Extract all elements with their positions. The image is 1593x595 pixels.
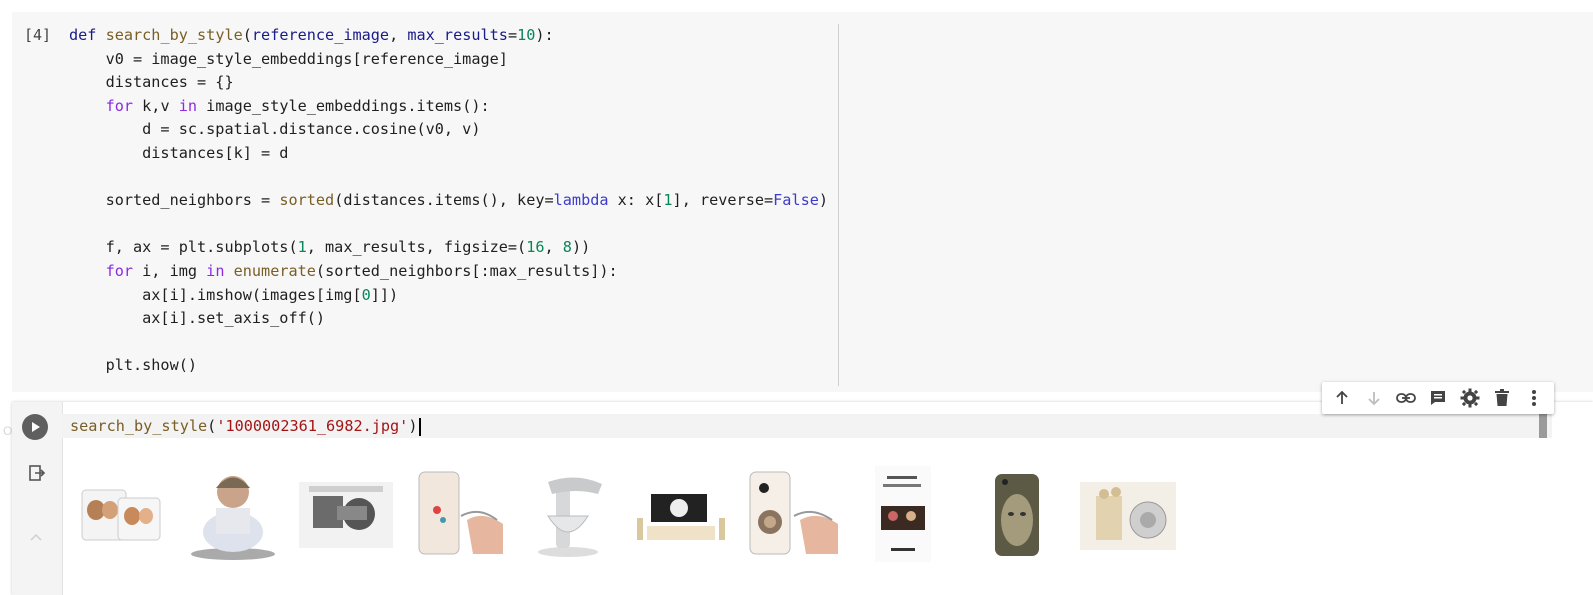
move-up-button[interactable] — [1329, 385, 1355, 411]
code-editor[interactable]: def search_by_style(reference_image, max… — [69, 24, 828, 378]
comment-button[interactable] — [1425, 385, 1451, 411]
code-line: for k,v in image_style_embeddings.items(… — [105, 96, 490, 115]
gear-icon — [1460, 388, 1480, 408]
phone-case-lion-photo — [748, 470, 840, 562]
settings-button[interactable] — [1457, 385, 1483, 411]
output-redirect-icon[interactable] — [28, 464, 46, 486]
play-icon — [32, 422, 40, 432]
code-line: plt.show() — [69, 356, 198, 375]
cell-gutter — [12, 402, 63, 595]
phone-case-face-photo — [991, 472, 1043, 562]
run-cell-button[interactable] — [22, 414, 48, 440]
book-cover-photo — [871, 466, 935, 566]
room-interior-photo — [633, 488, 729, 550]
comment-icon — [1431, 391, 1445, 405]
code-line: ax[i].imshow(images[img[0]]) — [69, 285, 399, 304]
code-line: v0 = image_style_embeddings[reference_im… — [69, 49, 508, 68]
arrow-down-icon — [1368, 392, 1380, 406]
line-length-ruler — [838, 24, 839, 386]
engine-part-photo — [299, 482, 393, 552]
link-icon — [1396, 393, 1416, 403]
code-line: def search_by_style(reference_image, max… — [69, 26, 554, 44]
stand-mixer-photo — [528, 468, 610, 562]
code-line: sorted_neighbors = sorted(distances.item… — [69, 191, 829, 210]
code-line: d = sc.spatial.distance.cosine(v0, v) — [69, 120, 481, 139]
code-cell-1[interactable]: [4] def search_by_style(reference_image,… — [12, 12, 1593, 392]
more-vert-icon — [1532, 390, 1536, 406]
code-line: search_by_style('1000002361_6982.jpg') — [70, 415, 421, 437]
delete-button[interactable] — [1489, 385, 1515, 411]
code-line: ax[i].set_axis_off() — [69, 309, 326, 328]
text-cursor — [418, 417, 421, 436]
chevron-up-icon[interactable] — [29, 530, 43, 546]
cell-toolbar — [1322, 382, 1554, 414]
code-line: distances = {} — [69, 73, 234, 92]
scrollbar-thumb[interactable] — [1539, 414, 1547, 438]
figurine-photo — [1080, 482, 1176, 554]
code-editor-2[interactable]: search_by_style('1000002361_6982.jpg') — [62, 414, 1552, 438]
trash-icon — [1495, 389, 1509, 406]
arrow-up-icon — [1336, 390, 1348, 404]
move-down-button[interactable] — [1361, 385, 1387, 411]
code-line: distances[k] = d — [69, 143, 289, 162]
doll-photo — [186, 462, 280, 566]
more-options-button[interactable] — [1521, 385, 1547, 411]
phone-case-photo — [417, 470, 505, 562]
code-line: f, ax = plt.subplots(1, max_results, fig… — [69, 238, 591, 257]
link-button[interactable] — [1393, 385, 1419, 411]
mugs-photo — [80, 484, 164, 548]
execution-count: [4] — [24, 26, 52, 44]
code-line: for i, img in enumerate(sorted_neighbors… — [105, 261, 618, 280]
